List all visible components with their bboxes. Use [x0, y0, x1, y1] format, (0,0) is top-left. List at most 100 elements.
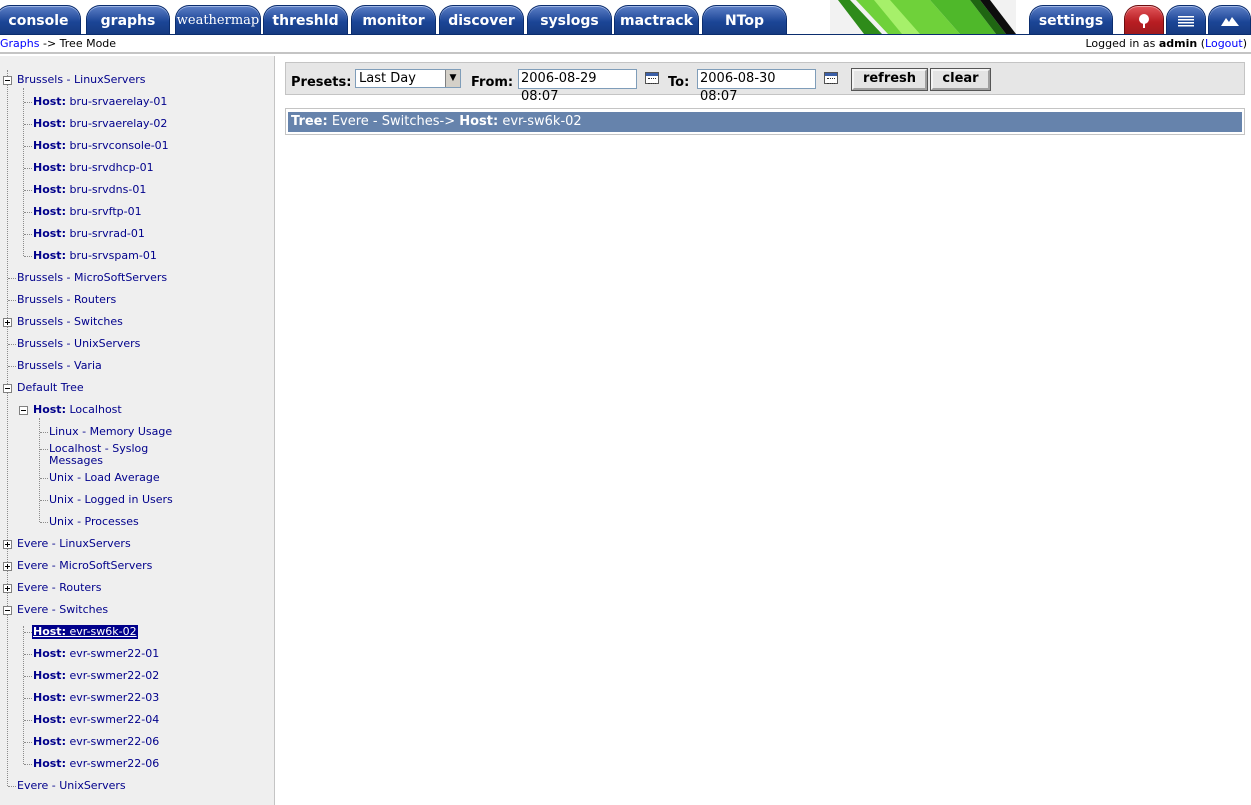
- tree-host-node[interactable]: Host: bru-srvaerelay-02: [33, 117, 167, 131]
- tree-branch: [24, 720, 32, 721]
- tree-host-node[interactable]: Host: evr-swmer22-03: [33, 691, 159, 705]
- tree-path-header: Tree: Evere - Switches-> Host: evr-sw6k-…: [285, 108, 1245, 135]
- tree-branch: [40, 478, 48, 479]
- tree-node-evere-routers[interactable]: Evere - Routers: [17, 581, 101, 595]
- refresh-button[interactable]: refresh: [851, 68, 928, 91]
- calendar-icon[interactable]: [645, 72, 659, 84]
- tree-branch: [24, 124, 32, 125]
- expand-toggle[interactable]: [3, 318, 12, 327]
- collapse-toggle[interactable]: [3, 384, 12, 393]
- main-tab-bar: console graphs weathermap threshld monit…: [0, 0, 1251, 35]
- tree-node-brussels-varia[interactable]: Brussels - Varia: [17, 359, 102, 373]
- tree-node-evere-linuxservers[interactable]: Evere - LinuxServers: [17, 537, 131, 551]
- tree-branch: [24, 146, 32, 147]
- tree-branch: [24, 234, 32, 235]
- preview-view-button[interactable]: [1208, 5, 1251, 35]
- tree-host-node-localhost[interactable]: Host: Localhost: [33, 403, 122, 417]
- tab-monitor[interactable]: monitor: [351, 5, 436, 35]
- tree-node-default-tree[interactable]: Default Tree: [17, 381, 84, 395]
- tree-graph-node[interactable]: Linux - Memory Usage: [49, 425, 172, 439]
- tab-threshld[interactable]: threshld: [263, 5, 348, 35]
- tree-branch: [24, 256, 32, 257]
- tree-path-host-value: evr-sw6k-02: [502, 114, 582, 129]
- tree-branch: [8, 300, 16, 301]
- tree-host-node[interactable]: Host: bru-srvconsole-01: [33, 139, 169, 153]
- tree-node-evere-switches[interactable]: Evere - Switches: [17, 603, 108, 617]
- preview-icon: [1220, 13, 1239, 29]
- tree-graph-node[interactable]: Unix - Processes: [49, 515, 139, 529]
- tree-path-tree-value: Evere - Switches->: [331, 114, 456, 129]
- breadcrumb-link-graphs[interactable]: Graphs: [0, 37, 39, 50]
- tree-guide-line: [39, 418, 40, 522]
- from-label: From:: [471, 75, 514, 90]
- tree-host-node[interactable]: Host: evr-swmer22-04: [33, 713, 159, 727]
- tree-branch: [40, 522, 48, 523]
- graph-tree-panel: Brussels - LinuxServers Host: bru-srvaer…: [0, 56, 275, 805]
- calendar-icon[interactable]: [824, 72, 838, 84]
- tree-host-node[interactable]: Host: bru-srvaerelay-01: [33, 95, 167, 109]
- tab-weathermap[interactable]: weathermap: [175, 5, 261, 35]
- tree-view-button[interactable]: [1124, 5, 1164, 35]
- expand-toggle[interactable]: [3, 562, 12, 571]
- to-date-input[interactable]: 2006-08-30 08:07: [697, 69, 816, 104]
- expand-toggle[interactable]: [3, 540, 12, 549]
- timespan-filter-bar: Presets: Last Day ▼ From: 2006-08-29 08:…: [285, 62, 1245, 104]
- tab-ntop[interactable]: NTop: [702, 5, 787, 35]
- tree-branch: [8, 366, 16, 367]
- login-user: admin: [1158, 37, 1198, 50]
- presets-select[interactable]: Last Day ▼: [355, 69, 461, 88]
- tree-host-node[interactable]: Host: bru-srvrad-01: [33, 227, 145, 241]
- tab-settings[interactable]: settings: [1029, 5, 1113, 35]
- tab-console[interactable]: console: [0, 5, 81, 35]
- tree-host-node[interactable]: Host: bru-srvftp-01: [33, 205, 142, 219]
- tree-graph-node[interactable]: Localhost - Syslog Messages: [49, 443, 169, 467]
- tree-host-node[interactable]: Host: bru-srvdns-01: [33, 183, 146, 197]
- collapse-toggle[interactable]: [3, 76, 12, 85]
- login-prefix: Logged in as: [1085, 37, 1159, 50]
- login-paren-close: ): [1242, 37, 1247, 50]
- tab-discover[interactable]: discover: [439, 5, 524, 35]
- chevron-down-icon[interactable]: ▼: [445, 70, 460, 87]
- tree-node-evere-microsoftservers[interactable]: Evere - MicroSoftServers: [17, 559, 152, 573]
- tree-host-node[interactable]: Host: bru-srvspam-01: [33, 249, 157, 263]
- tab-syslogs[interactable]: syslogs: [527, 5, 612, 35]
- tree-host-node[interactable]: Host: bru-srvdhcp-01: [33, 161, 154, 175]
- tree-node-evere-unixservers[interactable]: Evere - UnixServers: [17, 779, 126, 793]
- presets-select-value: Last Day: [359, 71, 416, 86]
- breadcrumb-current: Tree Mode: [59, 37, 117, 50]
- tree-path-host-label: Host:: [459, 114, 499, 129]
- tree-branch: [8, 278, 16, 279]
- tab-mactrack[interactable]: mactrack: [614, 5, 699, 35]
- tree-branch: [8, 344, 16, 345]
- tree-host-node-selected[interactable]: Host: evr-sw6k-02: [32, 625, 138, 639]
- tree-host-node[interactable]: Host: evr-swmer22-01: [33, 647, 159, 661]
- expand-toggle[interactable]: [3, 584, 12, 593]
- tree-node-brussels-linuxservers[interactable]: Brussels - LinuxServers: [17, 73, 145, 87]
- tree-branch: [24, 212, 32, 213]
- list-view-icon: [1178, 13, 1194, 29]
- tab-graphs[interactable]: graphs: [86, 5, 170, 35]
- tree-host-node[interactable]: Host: evr-swmer22-06: [33, 757, 159, 771]
- tree-node-brussels-microsoftservers[interactable]: Brussels - MicroSoftServers: [17, 271, 167, 285]
- collapse-toggle[interactable]: [3, 606, 12, 615]
- from-date-input[interactable]: 2006-08-29 08:07: [518, 69, 637, 104]
- login-paren-open: (: [1197, 37, 1206, 50]
- tree-host-node[interactable]: Host: evr-swmer22-06: [33, 735, 159, 749]
- tree-branch: [24, 190, 32, 191]
- tree-node-brussels-unixservers[interactable]: Brussels - UnixServers: [17, 337, 140, 351]
- tree-node-brussels-routers[interactable]: Brussels - Routers: [17, 293, 116, 307]
- tree-path-bar: Tree: Evere - Switches-> Host: evr-sw6k-…: [288, 112, 1242, 132]
- tree-node-brussels-switches[interactable]: Brussels - Switches: [17, 315, 123, 329]
- presets-label: Presets:: [291, 75, 352, 90]
- sub-header: Graphs -> Tree Mode Logged in as admin (…: [0, 35, 1251, 54]
- tree-graph-node[interactable]: Unix - Logged in Users: [49, 493, 173, 507]
- green-swoosh-graphic: [830, 0, 1030, 34]
- collapse-toggle[interactable]: [19, 406, 28, 415]
- list-view-button[interactable]: [1166, 5, 1206, 35]
- tree-branch: [24, 632, 32, 633]
- logout-link[interactable]: Logout: [1205, 37, 1243, 50]
- clear-button[interactable]: clear: [930, 68, 991, 91]
- tree-graph-node[interactable]: Unix - Load Average: [49, 471, 160, 485]
- tree-host-node[interactable]: Host: evr-swmer22-02: [33, 669, 159, 683]
- tree-branch: [24, 698, 32, 699]
